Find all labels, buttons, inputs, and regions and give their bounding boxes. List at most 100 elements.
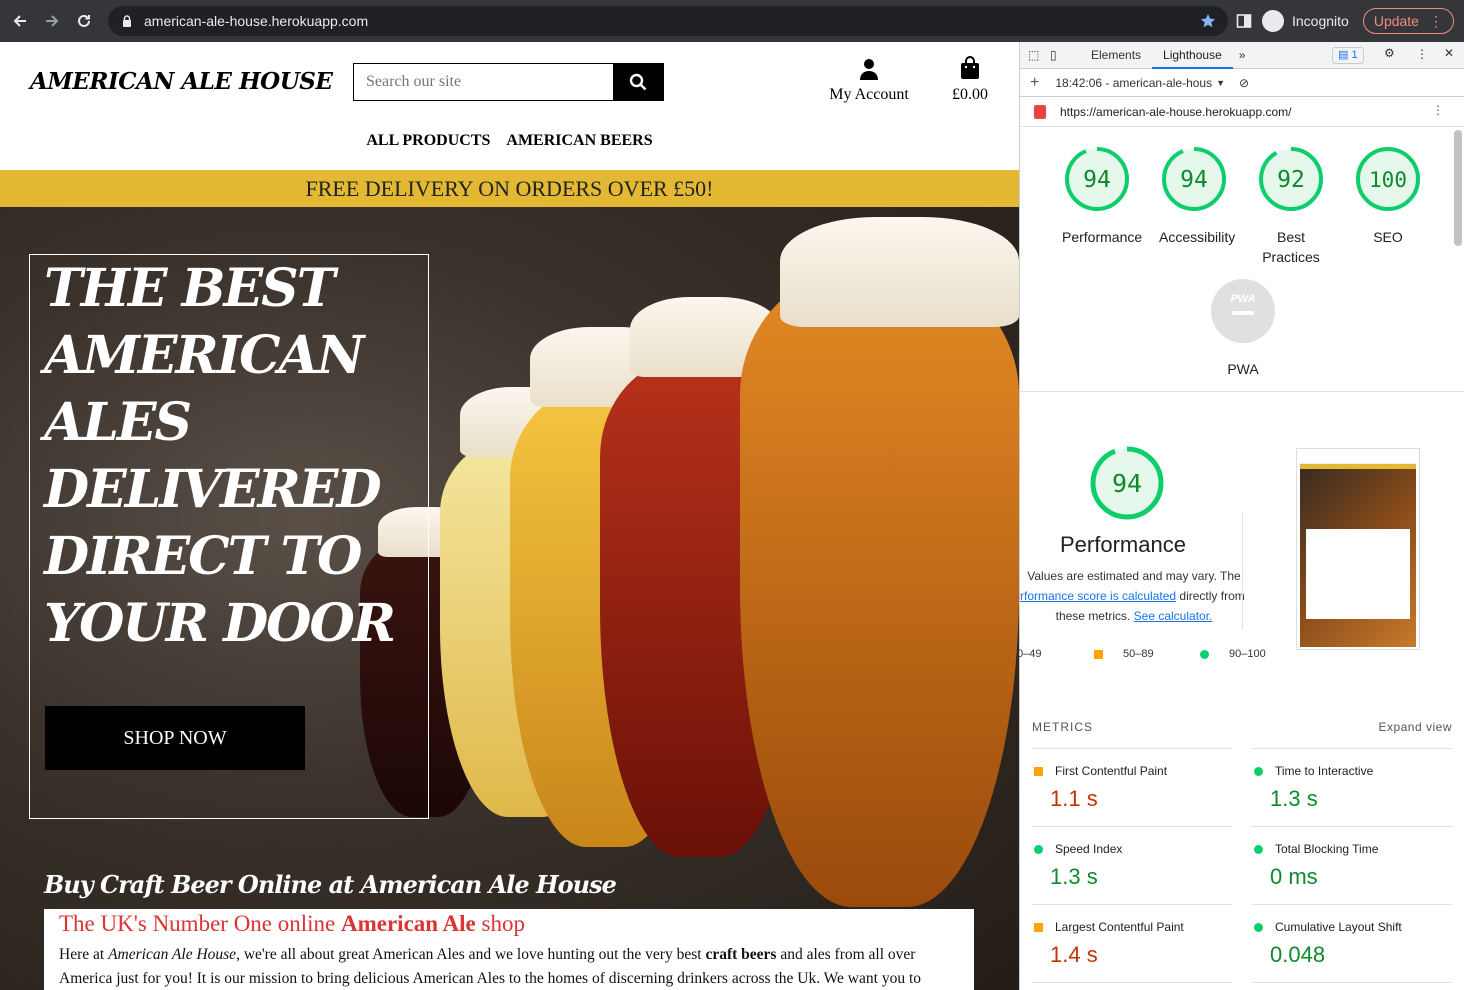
site-header: AMERICAN ALE HOUSE My Account £0.00 ALL … [0,42,1019,170]
pwa-badge-text: PWA [1230,293,1255,305]
pass-dot-icon [1254,922,1263,932]
more-menu-icon: ⋮ [1428,12,1443,29]
intro-paragraph: Here at American Ale House, we're all ab… [59,943,959,990]
hero-title-line: DELIVERED [44,459,382,520]
clear-reports-icon[interactable]: ⊘ [1239,76,1249,90]
performance-score-ring: 94 [1090,446,1164,520]
shopping-bag-icon [961,56,979,79]
search-input[interactable] [354,64,613,100]
back-icon[interactable] [4,5,36,37]
average-square-icon [1034,766,1043,776]
search-button[interactable] [613,64,663,100]
hero-title-line: THE BEST [44,258,335,319]
gauge-accessibility[interactable]: 94 Accessibility [1159,146,1235,247]
shopping-bag-link[interactable]: £0.00 [946,56,994,104]
reload-icon[interactable] [68,5,100,37]
hero-title-line: YOUR DOOR [44,593,396,654]
devtools-menu-icon[interactable]: ⋮ [1416,47,1428,61]
metric-value: 1.4 s [1050,942,1098,967]
score-ring: 100 [1356,147,1420,211]
bookmark-star-icon[interactable] [1200,13,1216,29]
my-account-link[interactable]: My Account [826,58,912,104]
nav-american-beers[interactable]: AMERICAN BEERS [506,132,652,150]
legend-pass: 90–100 [1200,648,1266,660]
intro-heading-bold: American Ale [341,911,476,936]
gauge-performance[interactable]: 94 Performance [1062,146,1143,247]
score-ring: 92 [1259,147,1323,211]
hero-subtitle: Buy Craft Beer Online at American Ale Ho… [44,870,617,899]
nav-all-products[interactable]: ALL PRODUCTS [366,132,490,150]
gauge-label: SEO [1373,229,1403,245]
divider [1020,391,1464,392]
audited-url[interactable]: https://american-ale-house.herokuapp.com… [1060,105,1291,119]
gauge-label: Performance [1062,229,1143,245]
forward-icon[interactable] [36,5,68,37]
address-bar[interactable]: american-ale-house.herokuapp.com [108,6,1228,36]
chevron-down-icon[interactable]: ▼ [1216,78,1225,88]
note-text: Values are estimated and may vary. The [1027,569,1241,583]
site-search [353,63,664,101]
score-ring: 94 [1065,147,1129,211]
gauge-seo[interactable]: 100 SEO [1353,146,1423,247]
score-calc-link[interactable]: rformance score is calculated [1020,589,1176,603]
search-icon [629,73,647,91]
score-ring: 94 [1162,147,1226,211]
side-panel-icon[interactable] [1236,13,1252,29]
tab-lighthouse[interactable]: Lighthouse [1152,42,1233,69]
incognito-badge[interactable]: Incognito [1262,10,1349,32]
intro-text: Here at [59,946,109,963]
update-button[interactable]: Update ⋮ [1362,8,1454,34]
update-label: Update [1373,13,1419,29]
metrics-title: METRICS [1032,720,1093,734]
legend-average: 50–89 [1094,648,1154,660]
page-screenshot-thumbnail[interactable] [1296,448,1420,650]
incognito-label: Incognito [1292,13,1349,29]
device-toolbar-icon[interactable]: ▯ [1050,48,1080,62]
browser-toolbar: american-ale-house.herokuapp.com Incogni… [0,0,1464,42]
settings-icon[interactable]: ⚙ [1384,46,1395,60]
inspect-element-icon[interactable]: ⬚ [1028,48,1050,62]
devtools-tabs: ⬚ ▯ Elements Lighthouse » ▤ 1 ⚙ ⋮ ✕ [1020,42,1464,69]
divider [1252,982,1452,983]
shop-now-button[interactable]: SHOP NOW [45,706,305,770]
metric-fcp: First Contentful Paint 1.1 s [1032,748,1232,812]
report-selector[interactable]: 18:42:06 - american-ale-hous [1055,76,1212,90]
address-url: american-ale-house.herokuapp.com [144,13,369,29]
expand-view-toggle[interactable]: Expand view [1378,720,1452,734]
gauge-pwa[interactable]: PWA PWA [1208,278,1278,379]
tab-elements[interactable]: Elements [1080,42,1152,69]
legend-text: 90–100 [1229,648,1266,660]
score-value: 100 [1369,168,1407,192]
lock-icon [123,15,131,27]
intro-card: The UK's Number One online American Ale … [44,909,974,990]
metric-value: 1.1 s [1050,786,1098,811]
metric-value: 0 ms [1270,864,1318,889]
issues-badge[interactable]: ▤ 1 [1332,47,1364,64]
devtools-panel: ⬚ ▯ Elements Lighthouse » ▤ 1 ⚙ ⋮ ✕ + 18… [1017,42,1464,990]
divider [1242,512,1243,630]
performance-score-value: 94 [1112,469,1142,498]
report-menu-icon[interactable]: ⋮ [1432,103,1444,117]
legend-text: 50–89 [1123,648,1154,660]
gauge-best-practices[interactable]: 92 Best Practices [1256,146,1326,267]
hero-title: THE BEST AMERICAN ALES DELIVERED DIRECT … [44,255,424,657]
site-logo[interactable]: AMERICAN ALE HOUSE [30,68,333,95]
intro-text-bold: craft beers [705,946,777,963]
performance-title: Performance [1060,532,1186,557]
more-tabs-icon[interactable]: » [1239,48,1246,62]
metric-cls: Cumulative Layout Shift 0.048 [1252,904,1452,968]
close-icon[interactable]: ✕ [1444,46,1454,60]
issues-count: 1 [1351,49,1358,61]
website-viewport: AMERICAN ALE HOUSE My Account £0.00 ALL … [0,42,1019,990]
metrics-header: METRICS Expand view [1032,720,1452,734]
see-calculator-link[interactable]: See calculator. [1134,609,1213,623]
hero-title-line: AMERICAN [44,325,364,386]
bag-total: £0.00 [952,86,988,103]
main-nav: ALL PRODUCTS AMERICAN BEERS [0,132,1019,150]
pass-dot-icon [1254,766,1263,776]
hero-title-line: DIRECT TO [44,526,362,587]
new-report-icon[interactable]: + [1030,74,1039,92]
intro-heading: The UK's Number One online American Ale … [59,911,959,937]
legend-text: 0–49 [1017,648,1042,660]
devtools-scrollbar[interactable] [1454,130,1462,246]
